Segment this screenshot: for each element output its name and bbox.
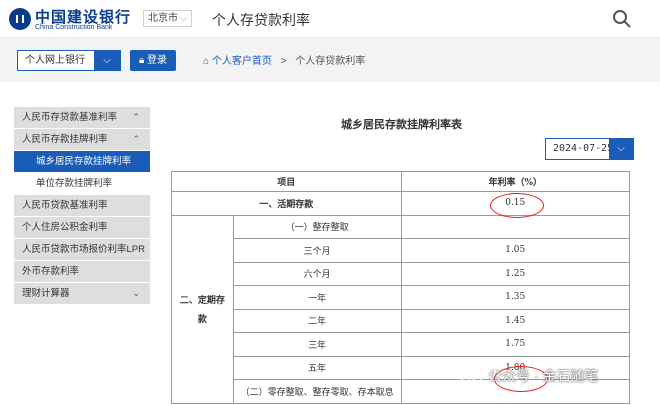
fixed-deposit-label-line1: 二、定期存 xyxy=(179,296,225,306)
sidebar-item-deposit-rates[interactable]: 人民币存款挂牌利率 ⌃ xyxy=(14,129,150,150)
table-row: 六个月 1.25 xyxy=(172,261,630,286)
sidebar-item-loan-rates[interactable]: 人民币贷款基准利率 xyxy=(14,195,150,216)
login-button[interactable]: 🔒︎ 登录 xyxy=(130,50,176,71)
demand-deposit-label: 一、活期存款 xyxy=(171,191,402,216)
sidebar-item-fx-deposit[interactable]: 外币存款利率 xyxy=(14,261,150,282)
term-cell: 一年 xyxy=(232,285,402,310)
column-header-rate: 年利率（%） xyxy=(400,171,630,192)
rate-cell: 1.25 xyxy=(400,261,630,286)
term-cell: 五年 xyxy=(232,355,402,380)
term-cell: 六个月 xyxy=(232,261,402,286)
table-row: 三个月 1.05 xyxy=(172,238,630,263)
sidebar-item-label: 人民币存款挂牌利率 xyxy=(22,134,108,145)
breadcrumb-separator: > xyxy=(280,56,287,67)
lump-sum-rate xyxy=(400,214,630,239)
ccb-logo-icon xyxy=(9,8,31,30)
brand-name-en: China Construction Bank xyxy=(35,24,113,31)
fixed-deposit-label: 二、定期存 款 xyxy=(171,214,234,404)
city-select[interactable]: 北京市 ⌵ xyxy=(143,10,192,27)
bank-select[interactable]: 个人网上银行 ⌵ xyxy=(17,50,121,71)
table-row: 一、活期存款 0.15 xyxy=(171,191,630,216)
breadcrumb-current: 个人存贷款利率 xyxy=(295,56,366,67)
sidebar-item-calculator[interactable]: 理财计算器 ⌄ xyxy=(14,283,150,304)
table-row: 二、定期存 款 （一）整存整取 xyxy=(171,214,630,404)
term-cell: 二年 xyxy=(232,308,402,333)
sidebar-item-resident-deposit[interactable]: 城乡居民存款挂牌利率 xyxy=(14,151,150,172)
sidebar-item-housing-fund[interactable]: 个人住房公积金利率 xyxy=(14,217,150,238)
sidebar-item-label: 人民币存贷款基准利率 xyxy=(22,112,118,123)
chevron-up-icon: ⌃ xyxy=(132,112,140,122)
sidebar-item-label: 个人住房公积金利率 xyxy=(22,222,108,233)
login-label: 登录 xyxy=(147,55,168,66)
date-select[interactable]: 2024-07-25 ⌵ xyxy=(545,138,634,160)
table-header-row: 项目 年利率（%） xyxy=(171,171,630,192)
breadcrumb-home[interactable]: 个人客户首页 xyxy=(212,56,272,67)
fixed-deposit-label-line2: 款 xyxy=(197,315,207,325)
term-cell: 三年 xyxy=(232,332,402,357)
table-row: 三年 1.75 xyxy=(172,332,630,357)
term-cell: 三个月 xyxy=(232,238,402,263)
search-icon[interactable] xyxy=(612,9,632,29)
column-header-item: 项目 xyxy=(171,171,402,192)
table-row: 二年 1.45 xyxy=(172,308,630,333)
home-icon[interactable]: ⌂ xyxy=(203,56,209,67)
sidebar-item-label: 人民币贷款市场报价利率LPR xyxy=(22,244,145,255)
watermark-text: 公众号 · 金石随笔 xyxy=(488,368,599,384)
sidebar-item-benchmark-rates[interactable]: 人民币存贷款基准利率 ⌃ xyxy=(14,107,150,128)
bank-select-label: 个人网上银行 xyxy=(25,55,85,66)
breadcrumb: ⌂ 个人客户首页 > 个人存贷款利率 xyxy=(203,52,365,67)
chevron-down-icon[interactable]: ⌵ xyxy=(609,139,633,159)
rate-cell: 1.35 xyxy=(400,285,630,310)
sidebar-item-lpr[interactable]: 人民币贷款市场报价利率LPR xyxy=(14,239,150,260)
date-value: 2024-07-25 xyxy=(553,143,614,154)
chevron-down-icon[interactable]: ⌵ xyxy=(94,51,120,70)
sidebar-item-label: 城乡居民存款挂牌利率 xyxy=(36,156,132,167)
next-section-label: （二）零存整取、整存零取、存本取息 xyxy=(232,379,402,404)
top-header: 中国建设银行 China Construction Bank 北京市 ⌵ 个人存… xyxy=(0,0,660,38)
lump-sum-label: （一）整存整取 xyxy=(232,214,402,239)
chevron-down-icon: ⌵ xyxy=(180,13,187,23)
table-title: 城乡居民存款挂牌利率表 xyxy=(341,119,462,131)
sidebar-item-label: 单位存款挂牌利率 xyxy=(36,178,113,189)
rate-cell: 1.05 xyxy=(400,238,630,263)
chevron-down-icon: ⌄ xyxy=(132,288,140,298)
sidebar-item-label: 人民币贷款基准利率 xyxy=(22,200,108,211)
city-label: 北京市 xyxy=(148,13,178,24)
wechat-icon xyxy=(460,368,482,385)
toolbar: 个人网上银行 ⌵ 🔒︎ 登录 ⌂ 个人客户首页 > 个人存贷款利率 xyxy=(0,38,660,82)
sidebar-item-corporate-deposit[interactable]: 单位存款挂牌利率 xyxy=(14,173,150,194)
sidebar: 人民币存贷款基准利率 ⌃ 人民币存款挂牌利率 ⌃ 城乡居民存款挂牌利率 单位存款… xyxy=(14,107,150,305)
page-title: 个人存贷款利率 xyxy=(212,12,310,28)
highlight-circle xyxy=(490,193,544,218)
table-row: 一年 1.35 xyxy=(172,285,630,310)
lock-icon: 🔒︎ xyxy=(138,55,145,66)
rate-cell: 1.45 xyxy=(400,308,630,333)
sidebar-item-label: 理财计算器 xyxy=(22,288,70,299)
sidebar-item-label: 外币存款利率 xyxy=(22,266,80,277)
chevron-up-icon: ⌃ xyxy=(132,134,140,144)
rate-cell: 1.75 xyxy=(400,332,630,357)
